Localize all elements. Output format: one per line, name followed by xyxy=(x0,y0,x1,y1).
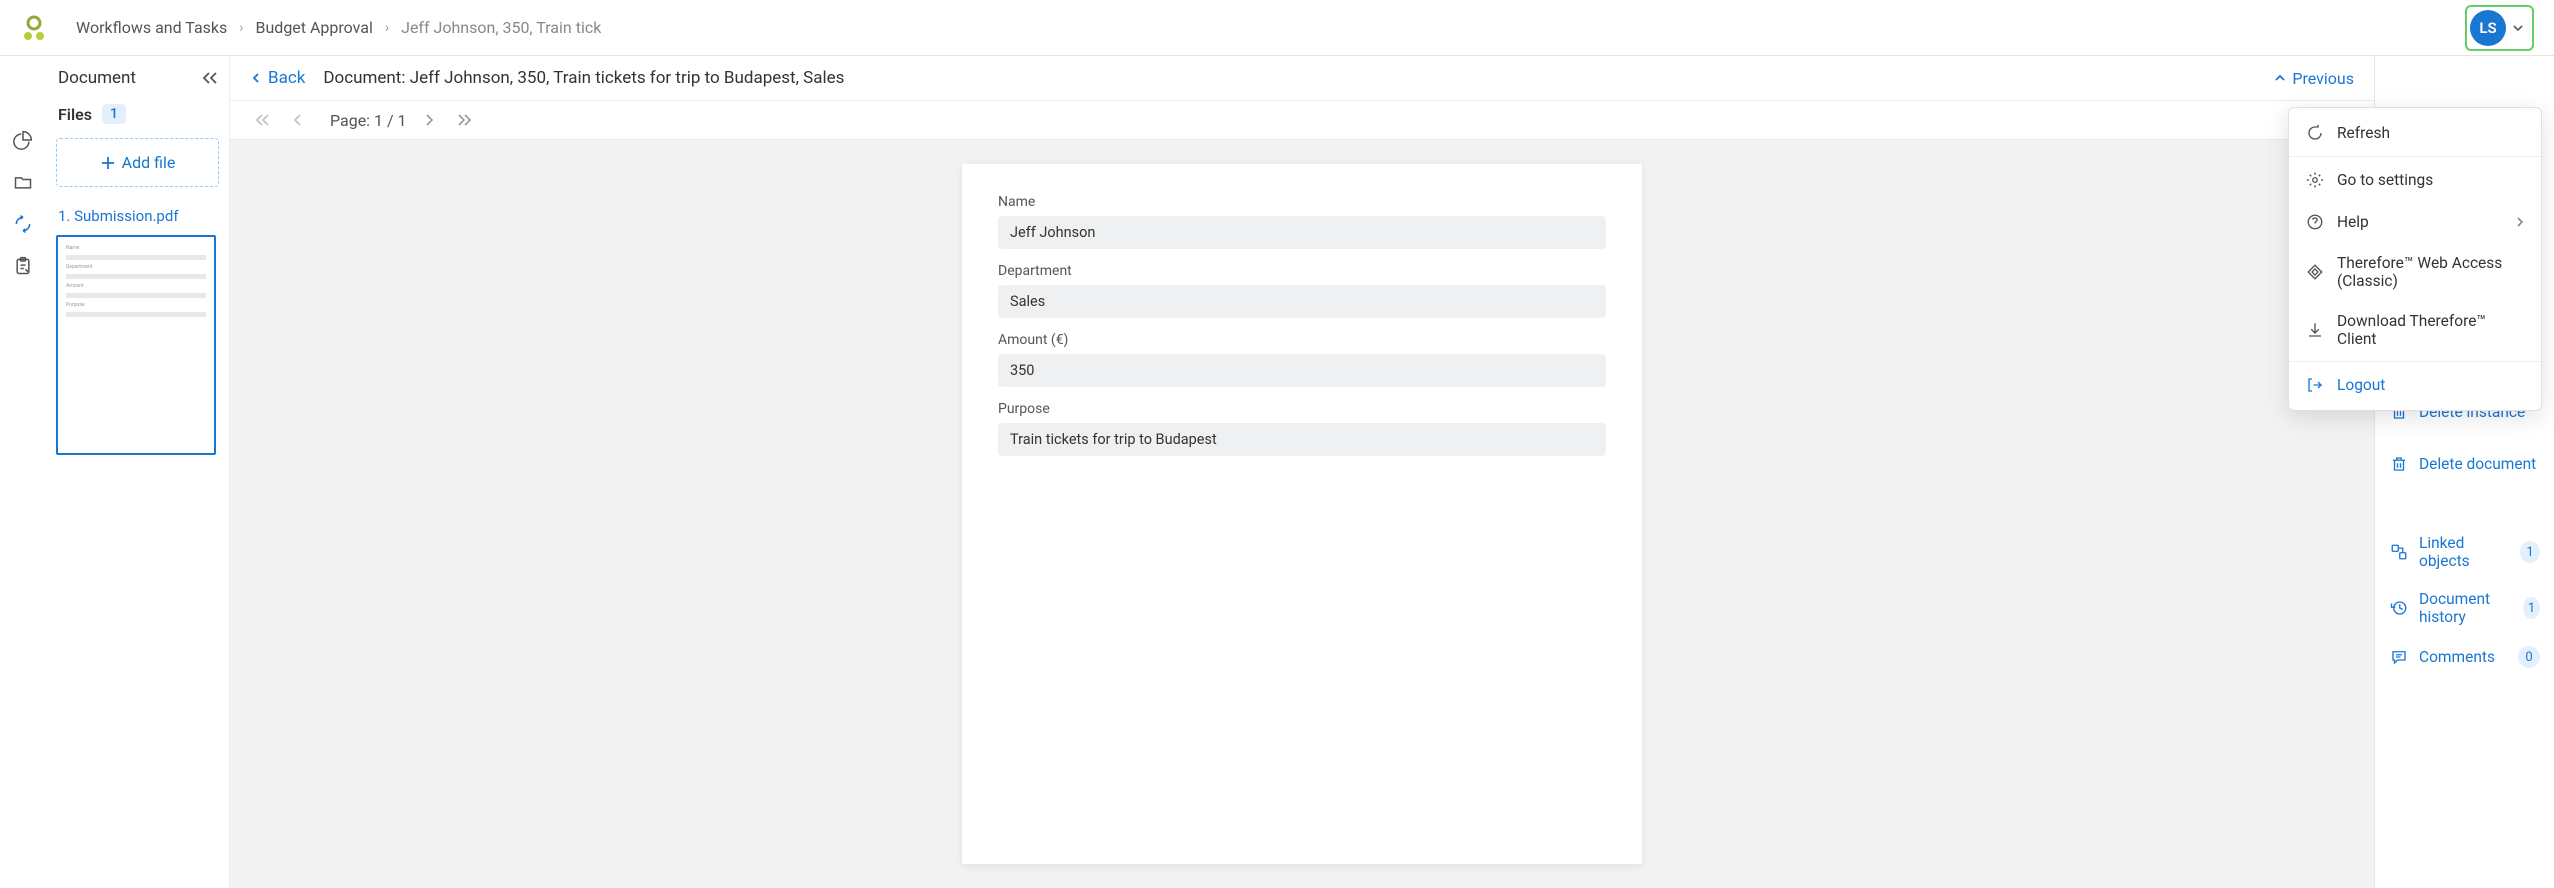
user-menu-button[interactable]: LS xyxy=(2465,5,2534,51)
help-icon xyxy=(2305,212,2325,232)
chevron-up-icon xyxy=(2274,72,2286,84)
collapse-icon[interactable] xyxy=(201,71,219,85)
nav-rail xyxy=(0,56,46,888)
next-page-button[interactable] xyxy=(421,109,439,131)
field-value-amount: 350 xyxy=(998,354,1606,387)
plus-icon xyxy=(100,155,116,171)
back-button[interactable]: Back xyxy=(250,68,305,88)
comments-count-badge: 0 xyxy=(2518,646,2540,668)
menu-download[interactable]: Download Therefore™ Client xyxy=(2289,301,2541,359)
chevron-right-icon: › xyxy=(385,20,389,36)
menu-settings[interactable]: Go to settings xyxy=(2289,159,2541,201)
field-label-purpose: Purpose xyxy=(998,401,1606,417)
prev-page-button[interactable] xyxy=(288,109,306,131)
chevron-left-icon xyxy=(250,72,262,84)
last-page-button[interactable] xyxy=(453,109,477,131)
file-item[interactable]: 1. Submission.pdf xyxy=(56,201,229,235)
chevron-down-icon xyxy=(2512,22,2524,34)
field-value-name: Jeff Johnson xyxy=(998,216,1606,249)
trash-icon xyxy=(2389,454,2409,474)
link-icon xyxy=(2389,542,2409,562)
first-page-button[interactable] xyxy=(250,109,274,131)
previous-button[interactable]: Previous xyxy=(2274,69,2354,88)
chevron-right-icon xyxy=(2515,216,2525,228)
document-panel: Document Files 1 Add file 1. Submission.… xyxy=(46,56,230,888)
gear-icon xyxy=(2305,170,2325,190)
document-viewport: Name Jeff Johnson Department Sales Amoun… xyxy=(230,140,2374,888)
comments-action[interactable]: Comments 0 xyxy=(2389,642,2540,672)
diamond-icon xyxy=(2305,262,2325,282)
content-header: Back Document: Jeff Johnson, 350, Train … xyxy=(230,56,2374,101)
download-icon xyxy=(2305,320,2325,340)
field-value-purpose: Train tickets for trip to Budapest xyxy=(998,423,1606,456)
breadcrumb-item[interactable]: Budget Approval xyxy=(256,18,373,37)
pager-toolbar: Page: 1 / 1 xyxy=(230,101,2374,140)
doc-history-count-badge: 1 xyxy=(2523,597,2540,619)
clipboard-icon[interactable] xyxy=(11,254,35,278)
add-file-button[interactable]: Add file xyxy=(56,138,219,187)
files-label: Files xyxy=(58,105,92,124)
app-logo xyxy=(14,8,54,48)
menu-classic[interactable]: Therefore™ Web Access (Classic) xyxy=(2289,243,2541,301)
files-header: Files 1 xyxy=(56,96,229,132)
comment-icon xyxy=(2389,647,2409,667)
document-title: Document: Jeff Johnson, 350, Train ticke… xyxy=(323,68,844,88)
linked-count-badge: 1 xyxy=(2520,541,2540,563)
refresh-icon xyxy=(2305,123,2325,143)
main-content: Back Document: Jeff Johnson, 350, Train … xyxy=(230,56,2374,888)
delete-document-action[interactable]: Delete document xyxy=(2389,450,2540,478)
field-label-department: Department xyxy=(998,263,1606,279)
history-icon xyxy=(2389,598,2409,618)
avatar: LS xyxy=(2470,10,2506,46)
files-count-badge: 1 xyxy=(102,104,126,124)
workflow-icon[interactable] xyxy=(0,212,35,236)
field-value-department: Sales xyxy=(998,285,1606,318)
chart-icon[interactable] xyxy=(11,128,35,152)
page-thumbnail[interactable]: Name Department Amount Purpose xyxy=(56,235,216,455)
breadcrumb-item: Jeff Johnson, 350, Train tickets fo xyxy=(401,18,601,37)
document-history-action[interactable]: Document history 1 xyxy=(2389,586,2540,630)
menu-help[interactable]: Help xyxy=(2289,201,2541,243)
breadcrumb: Workflows and Tasks › Budget Approval › … xyxy=(76,18,2465,37)
breadcrumb-item[interactable]: Workflows and Tasks xyxy=(76,18,227,37)
folder-icon[interactable] xyxy=(11,170,35,194)
linked-objects-action[interactable]: Linked objects 1 xyxy=(2389,530,2540,574)
page-indicator: Page: 1 / 1 xyxy=(330,111,407,130)
chevron-right-icon: › xyxy=(239,20,243,36)
field-label-name: Name xyxy=(998,194,1606,210)
menu-logout[interactable]: Logout xyxy=(2289,364,2541,406)
logout-icon xyxy=(2305,375,2325,395)
menu-refresh[interactable]: Refresh xyxy=(2289,112,2541,154)
user-dropdown-menu: Refresh Go to settings Help xyxy=(2288,107,2542,411)
document-page: Name Jeff Johnson Department Sales Amoun… xyxy=(962,164,1642,864)
panel-title: Document xyxy=(58,68,136,88)
app-header: Workflows and Tasks › Budget Approval › … xyxy=(0,0,2554,56)
field-label-amount: Amount (€) xyxy=(998,332,1606,348)
